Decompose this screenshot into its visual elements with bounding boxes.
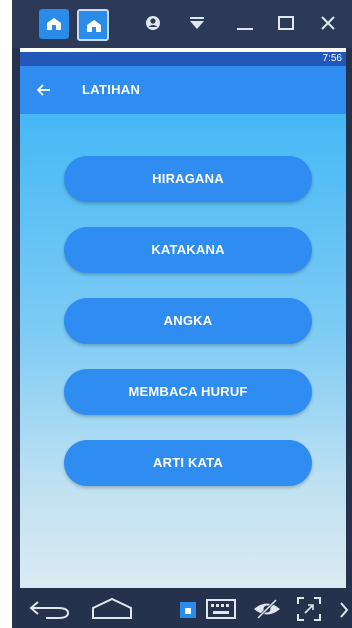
- maximize-icon[interactable]: [273, 10, 299, 36]
- emulator-left-border: [12, 48, 20, 596]
- katakana-button[interactable]: KATAKANA: [64, 227, 312, 273]
- chevron-right-icon[interactable]: [338, 601, 350, 619]
- app-switch-icon[interactable]: [178, 600, 198, 620]
- eye-hide-icon[interactable]: [252, 598, 282, 620]
- camera-icon[interactable]: [140, 10, 166, 36]
- home-icon: [47, 18, 61, 30]
- arrow-left-icon[interactable]: [34, 80, 54, 100]
- app-tab[interactable]: [77, 9, 109, 41]
- home-tab[interactable]: [39, 9, 69, 39]
- dropdown-icon[interactable]: [184, 10, 210, 36]
- home-icon: [87, 20, 101, 32]
- emulator-bottombar: [12, 588, 352, 628]
- back-icon[interactable]: [28, 598, 72, 620]
- arti-kata-button[interactable]: ARTI KATA: [64, 440, 312, 486]
- emulator-titlebar: [12, 0, 352, 48]
- status-time: 7:56: [322, 53, 342, 64]
- minimize-icon[interactable]: [232, 10, 258, 36]
- status-bar: 7:56: [20, 52, 346, 66]
- membaca-huruf-button[interactable]: MEMBACA HURUF: [64, 369, 312, 415]
- keyboard-icon[interactable]: [206, 599, 236, 619]
- fullscreen-icon[interactable]: [296, 596, 322, 622]
- main-content: HIRAGANA KATAKANA ANGKA MEMBACA HURUF AR…: [20, 114, 346, 588]
- page-title: LATIHAN: [82, 82, 141, 97]
- emulator-right-border: [346, 48, 352, 596]
- app-toolbar: LATIHAN: [20, 66, 346, 114]
- emulator-window: 7:56 LATIHAN HIRAGANA KATAKANA ANGKA MEM…: [0, 0, 352, 628]
- angka-button[interactable]: ANGKA: [64, 298, 312, 344]
- close-icon[interactable]: [315, 10, 341, 36]
- hiragana-button[interactable]: HIRAGANA: [64, 156, 312, 202]
- home-icon[interactable]: [90, 596, 134, 620]
